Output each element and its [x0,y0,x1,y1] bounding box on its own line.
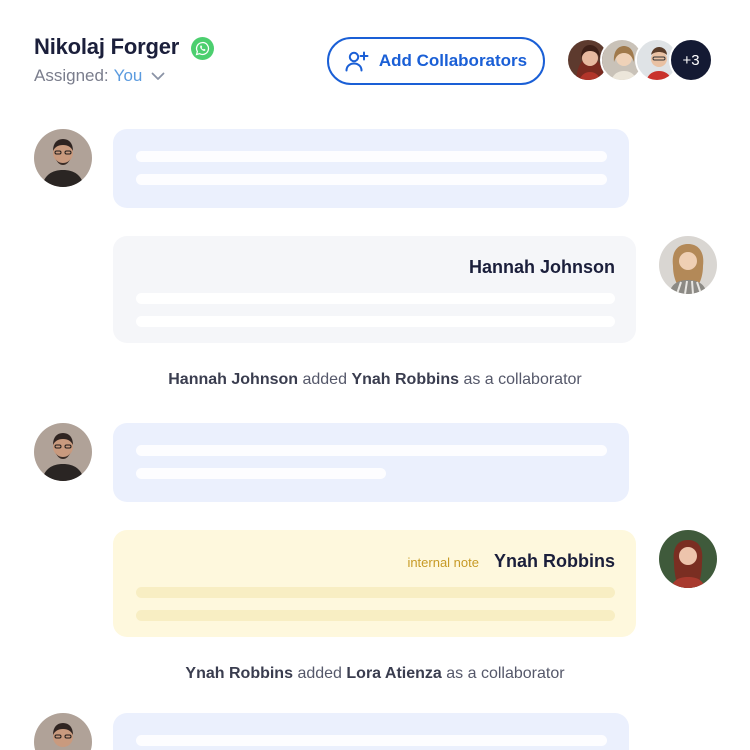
message-placeholder-line [136,316,615,327]
system-actor: Hannah Johnson [168,371,299,388]
assigned-label: Assigned: [34,66,109,85]
chevron-down-icon[interactable] [151,72,165,81]
add-collaborators-label: Add Collaborators [378,51,528,70]
system-suffix: as a collaborator [463,371,582,388]
avatar-hannah-johnson[interactable] [659,236,717,294]
message-bubble-incoming[interactable] [113,129,629,208]
system-actor: Ynah Robbins [185,665,293,682]
avatar-contact[interactable] [34,713,92,750]
avatar-contact[interactable] [34,423,92,481]
message-placeholder-line [136,445,607,456]
system-verb: added [297,665,342,682]
assignee-selector[interactable]: Assigned: You [34,66,165,86]
message-placeholder-line [136,587,615,598]
message-bubble-incoming[interactable] [113,423,629,502]
message-placeholder-line [136,151,607,162]
system-target: Ynah Robbins [351,371,459,388]
add-user-icon [345,50,369,72]
internal-note-bubble[interactable]: internal note Ynah Robbins [113,530,636,637]
internal-note-tag: internal note [407,555,479,570]
avatar-ynah-robbins[interactable] [659,530,717,588]
message-sender-name: Ynah Robbins [494,551,615,571]
whatsapp-icon [191,37,214,60]
message-placeholder-line [136,293,615,304]
message-placeholder-line [136,735,607,746]
message-placeholder-line [136,610,615,621]
message-bubble-incoming[interactable] [113,713,629,750]
system-verb: added [302,371,347,388]
message-placeholder-line [136,174,607,185]
system-target: Lora Atienza [346,665,442,682]
message-placeholder-line [136,468,386,479]
system-suffix: as a collaborator [446,665,565,682]
more-collaborators-badge[interactable]: +3 [669,38,713,82]
system-message: Ynah Robbins added Lora Atienza as a col… [0,665,750,683]
message-sender-name: Hannah Johnson [468,257,615,277]
system-message: Hannah Johnson added Ynah Robbins as a c… [0,371,750,389]
message-bubble-outgoing[interactable]: Hannah Johnson [113,236,636,343]
add-collaborators-button[interactable]: Add Collaborators [327,37,545,85]
avatar-contact[interactable] [34,129,92,187]
conversation-header: Nikolaj Forger Assigned: You Add Collabo… [0,0,750,110]
assigned-value: You [113,66,143,85]
contact-name[interactable]: Nikolaj Forger [34,34,179,60]
